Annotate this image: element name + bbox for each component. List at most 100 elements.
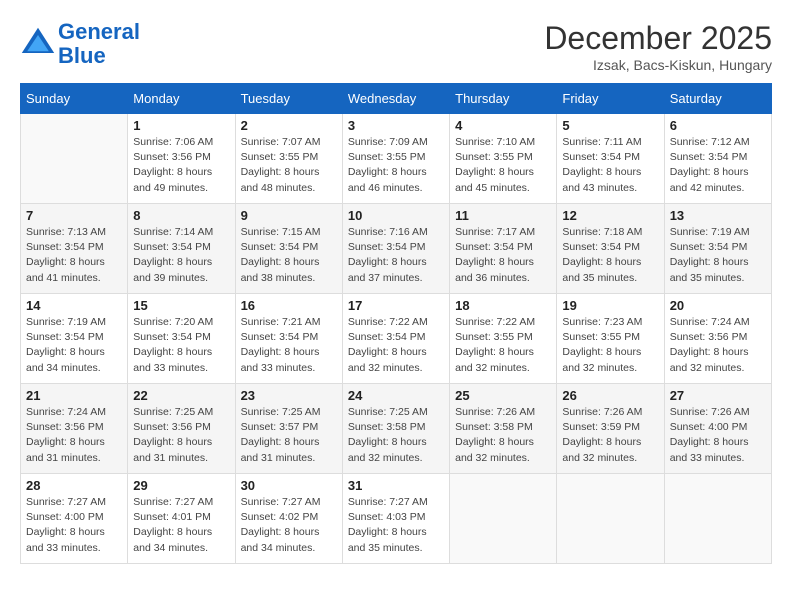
calendar-cell: 13 Sunrise: 7:19 AM Sunset: 3:54 PM Dayli…	[664, 204, 771, 294]
weekday-header-sunday: Sunday	[21, 84, 128, 114]
day-number: 2	[241, 118, 337, 133]
calendar-week-row: 28 Sunrise: 7:27 AM Sunset: 4:00 PM Dayli…	[21, 474, 772, 564]
day-info: Sunrise: 7:21 AM Sunset: 3:54 PM Dayligh…	[241, 315, 337, 376]
weekday-header-wednesday: Wednesday	[342, 84, 449, 114]
day-number: 4	[455, 118, 551, 133]
day-number: 31	[348, 478, 444, 493]
calendar-cell: 14 Sunrise: 7:19 AM Sunset: 3:54 PM Dayli…	[21, 294, 128, 384]
day-info: Sunrise: 7:26 AM Sunset: 4:00 PM Dayligh…	[670, 405, 766, 466]
day-info: Sunrise: 7:14 AM Sunset: 3:54 PM Dayligh…	[133, 225, 229, 286]
logo: General Blue	[20, 20, 140, 68]
calendar-cell: 3Sunrise: 7:09 AM Sunset: 3:55 PM Daylig…	[342, 114, 449, 204]
calendar-week-row: 7 Sunrise: 7:13 AM Sunset: 3:54 PM Daylig…	[21, 204, 772, 294]
day-info: Sunrise: 7:19 AM Sunset: 3:54 PM Dayligh…	[670, 225, 766, 286]
day-number: 29	[133, 478, 229, 493]
day-info: Sunrise: 7:18 AM Sunset: 3:54 PM Dayligh…	[562, 225, 658, 286]
calendar-cell: 7 Sunrise: 7:13 AM Sunset: 3:54 PM Daylig…	[21, 204, 128, 294]
title-block: December 2025 Izsak, Bacs-Kiskun, Hungar…	[544, 20, 772, 73]
calendar-cell: 29 Sunrise: 7:27 AM Sunset: 4:01 PM Dayli…	[128, 474, 235, 564]
day-info: Sunrise: 7:10 AM Sunset: 3:55 PM Dayligh…	[455, 135, 551, 196]
logo-icon	[20, 26, 56, 62]
day-number: 18	[455, 298, 551, 313]
day-number: 5	[562, 118, 658, 133]
day-info: Sunrise: 7:07 AM Sunset: 3:55 PM Dayligh…	[241, 135, 337, 196]
day-number: 15	[133, 298, 229, 313]
day-number: 14	[26, 298, 122, 313]
calendar-cell: 5 Sunrise: 7:11 AM Sunset: 3:54 PM Daylig…	[557, 114, 664, 204]
day-info: Sunrise: 7:22 AM Sunset: 3:54 PM Dayligh…	[348, 315, 444, 376]
calendar-cell	[450, 474, 557, 564]
calendar-cell: 1 Sunrise: 7:06 AM Sunset: 3:56 PM Daylig…	[128, 114, 235, 204]
day-info: Sunrise: 7:20 AM Sunset: 3:54 PM Dayligh…	[133, 315, 229, 376]
weekday-header-tuesday: Tuesday	[235, 84, 342, 114]
day-number: 3	[348, 118, 444, 133]
day-number: 17	[348, 298, 444, 313]
calendar-cell: 10Sunrise: 7:16 AM Sunset: 3:54 PM Dayli…	[342, 204, 449, 294]
calendar-cell: 20Sunrise: 7:24 AM Sunset: 3:56 PM Dayli…	[664, 294, 771, 384]
weekday-header-thursday: Thursday	[450, 84, 557, 114]
calendar-cell: 9 Sunrise: 7:15 AM Sunset: 3:54 PM Daylig…	[235, 204, 342, 294]
calendar-week-row: 14 Sunrise: 7:19 AM Sunset: 3:54 PM Dayli…	[21, 294, 772, 384]
day-info: Sunrise: 7:23 AM Sunset: 3:55 PM Dayligh…	[562, 315, 658, 376]
day-number: 12	[562, 208, 658, 223]
day-info: Sunrise: 7:26 AM Sunset: 3:59 PM Dayligh…	[562, 405, 658, 466]
day-number: 1	[133, 118, 229, 133]
day-info: Sunrise: 7:19 AM Sunset: 3:54 PM Dayligh…	[26, 315, 122, 376]
day-number: 23	[241, 388, 337, 403]
weekday-header-monday: Monday	[128, 84, 235, 114]
day-number: 26	[562, 388, 658, 403]
calendar-cell: 30 Sunrise: 7:27 AM Sunset: 4:02 PM Dayli…	[235, 474, 342, 564]
calendar-cell	[21, 114, 128, 204]
calendar-cell: 22 Sunrise: 7:25 AM Sunset: 3:56 PM Dayli…	[128, 384, 235, 474]
day-number: 7	[26, 208, 122, 223]
calendar-cell: 12 Sunrise: 7:18 AM Sunset: 3:54 PM Dayli…	[557, 204, 664, 294]
calendar-cell: 8Sunrise: 7:14 AM Sunset: 3:54 PM Daylig…	[128, 204, 235, 294]
day-info: Sunrise: 7:27 AM Sunset: 4:02 PM Dayligh…	[241, 495, 337, 556]
calendar-cell: 15 Sunrise: 7:20 AM Sunset: 3:54 PM Dayli…	[128, 294, 235, 384]
day-number: 22	[133, 388, 229, 403]
month-title: December 2025	[544, 20, 772, 57]
day-number: 25	[455, 388, 551, 403]
calendar-cell: 4 Sunrise: 7:10 AM Sunset: 3:55 PM Daylig…	[450, 114, 557, 204]
calendar-cell: 31 Sunrise: 7:27 AM Sunset: 4:03 PM Dayli…	[342, 474, 449, 564]
day-number: 13	[670, 208, 766, 223]
day-number: 19	[562, 298, 658, 313]
calendar-week-row: 1 Sunrise: 7:06 AM Sunset: 3:56 PM Daylig…	[21, 114, 772, 204]
day-info: Sunrise: 7:12 AM Sunset: 3:54 PM Dayligh…	[670, 135, 766, 196]
day-number: 20	[670, 298, 766, 313]
calendar-cell	[557, 474, 664, 564]
weekday-header-friday: Friday	[557, 84, 664, 114]
calendar-table: SundayMondayTuesdayWednesdayThursdayFrid…	[20, 83, 772, 564]
calendar-cell: 28 Sunrise: 7:27 AM Sunset: 4:00 PM Dayli…	[21, 474, 128, 564]
calendar-cell: 24 Sunrise: 7:25 AM Sunset: 3:58 PM Dayli…	[342, 384, 449, 474]
calendar-cell: 16Sunrise: 7:21 AM Sunset: 3:54 PM Dayli…	[235, 294, 342, 384]
weekday-header-saturday: Saturday	[664, 84, 771, 114]
day-number: 6	[670, 118, 766, 133]
day-info: Sunrise: 7:11 AM Sunset: 3:54 PM Dayligh…	[562, 135, 658, 196]
day-info: Sunrise: 7:16 AM Sunset: 3:54 PM Dayligh…	[348, 225, 444, 286]
day-info: Sunrise: 7:24 AM Sunset: 3:56 PM Dayligh…	[26, 405, 122, 466]
day-number: 30	[241, 478, 337, 493]
day-info: Sunrise: 7:27 AM Sunset: 4:03 PM Dayligh…	[348, 495, 444, 556]
calendar-cell: 21Sunrise: 7:24 AM Sunset: 3:56 PM Dayli…	[21, 384, 128, 474]
day-info: Sunrise: 7:22 AM Sunset: 3:55 PM Dayligh…	[455, 315, 551, 376]
day-info: Sunrise: 7:25 AM Sunset: 3:58 PM Dayligh…	[348, 405, 444, 466]
day-info: Sunrise: 7:13 AM Sunset: 3:54 PM Dayligh…	[26, 225, 122, 286]
day-number: 28	[26, 478, 122, 493]
calendar-cell: 25Sunrise: 7:26 AM Sunset: 3:58 PM Dayli…	[450, 384, 557, 474]
location: Izsak, Bacs-Kiskun, Hungary	[544, 57, 772, 73]
page-header: General Blue December 2025 Izsak, Bacs-K…	[20, 20, 772, 73]
day-info: Sunrise: 7:25 AM Sunset: 3:56 PM Dayligh…	[133, 405, 229, 466]
day-info: Sunrise: 7:15 AM Sunset: 3:54 PM Dayligh…	[241, 225, 337, 286]
calendar-cell: 2 Sunrise: 7:07 AM Sunset: 3:55 PM Daylig…	[235, 114, 342, 204]
calendar-cell: 19 Sunrise: 7:23 AM Sunset: 3:55 PM Dayli…	[557, 294, 664, 384]
day-info: Sunrise: 7:27 AM Sunset: 4:01 PM Dayligh…	[133, 495, 229, 556]
day-number: 11	[455, 208, 551, 223]
calendar-cell: 6 Sunrise: 7:12 AM Sunset: 3:54 PM Daylig…	[664, 114, 771, 204]
calendar-cell: 17 Sunrise: 7:22 AM Sunset: 3:54 PM Dayli…	[342, 294, 449, 384]
day-info: Sunrise: 7:27 AM Sunset: 4:00 PM Dayligh…	[26, 495, 122, 556]
day-number: 9	[241, 208, 337, 223]
day-info: Sunrise: 7:25 AM Sunset: 3:57 PM Dayligh…	[241, 405, 337, 466]
day-info: Sunrise: 7:06 AM Sunset: 3:56 PM Dayligh…	[133, 135, 229, 196]
day-number: 24	[348, 388, 444, 403]
